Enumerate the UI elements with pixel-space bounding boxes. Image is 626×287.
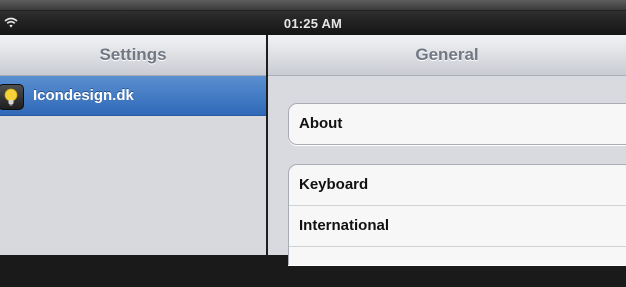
detail-title: General <box>268 35 626 76</box>
top-bezel <box>0 0 626 11</box>
settings-sidebar: Settings Icondesign.dk <box>0 35 266 255</box>
general-detail-pane: General About Keyboard International <box>268 35 626 265</box>
sidebar-item-icondesign[interactable]: Icondesign.dk <box>0 76 266 116</box>
keyboard-cell[interactable]: Keyboard <box>289 165 626 206</box>
keyboard-label: Keyboard <box>299 176 369 193</box>
lightbulb-icon <box>0 84 24 110</box>
status-bar: 01:25 AM <box>0 0 626 35</box>
input-group: Keyboard International <box>288 164 626 265</box>
international-cell[interactable]: International <box>289 206 626 247</box>
about-cell[interactable]: About <box>289 104 626 144</box>
about-group: About <box>288 103 626 145</box>
sidebar-item-label: Icondesign.dk <box>33 87 134 104</box>
about-label: About <box>299 115 343 132</box>
international-label: International <box>299 217 390 234</box>
next-cell[interactable] <box>289 247 626 287</box>
status-time: 01:25 AM <box>283 16 343 31</box>
sidebar-title: Settings <box>0 35 266 76</box>
